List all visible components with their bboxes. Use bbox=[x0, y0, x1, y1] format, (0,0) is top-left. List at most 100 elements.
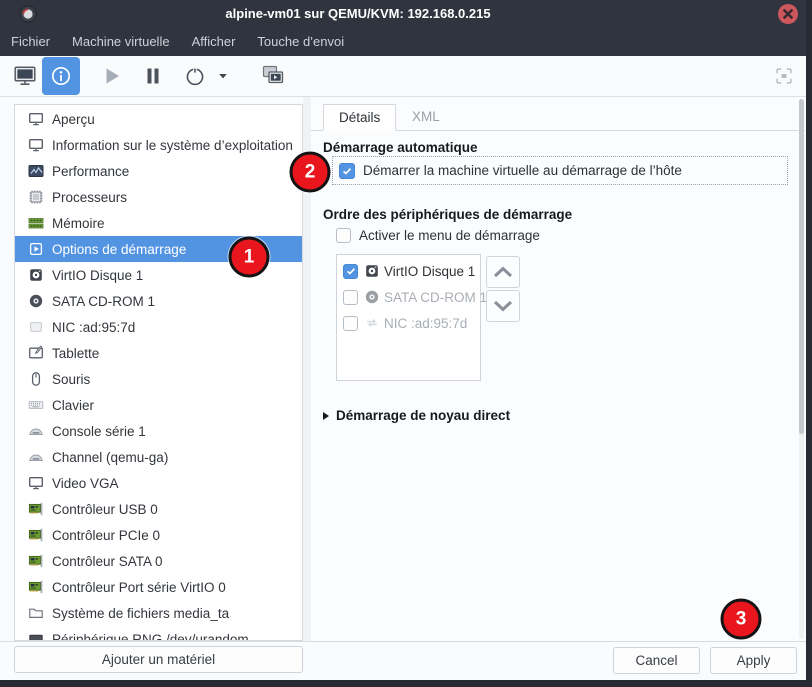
apply-button[interactable]: Apply bbox=[710, 647, 797, 674]
details-scrollbar[interactable] bbox=[799, 99, 804, 639]
sidebar-item[interactable]: Périphérique RNG /dev/urandom bbox=[15, 626, 302, 641]
shutdown-button[interactable] bbox=[178, 58, 212, 94]
show-hardware-details-button[interactable] bbox=[42, 57, 80, 95]
add-hardware-button[interactable]: Ajouter un matériel bbox=[14, 646, 303, 673]
close-button[interactable] bbox=[778, 4, 798, 24]
sidebar-item[interactable]: Système de fichiers media_ta bbox=[15, 600, 302, 626]
monitor-icon bbox=[28, 137, 44, 153]
sidebar-item[interactable]: Tablette bbox=[15, 340, 302, 366]
boot-device-row[interactable]: VirtIO Disque 1 bbox=[337, 258, 480, 284]
enable-boot-menu-label: Activer le menu de démarrage bbox=[359, 228, 540, 243]
sidebar-item[interactable]: Channel (qemu-ga) bbox=[15, 444, 302, 470]
virt-manager-logo-icon bbox=[19, 5, 37, 23]
serial-console-icon bbox=[28, 449, 44, 465]
sidebar-item[interactable]: NIC :ad:95:7d bbox=[15, 314, 302, 340]
sidebar-item[interactable]: Clavier bbox=[15, 392, 302, 418]
cdrom-icon bbox=[28, 293, 44, 309]
sidebar-item-label: Système de fichiers media_ta bbox=[52, 606, 229, 621]
annotation-circle-1: 1 bbox=[229, 237, 270, 278]
main-area: Aperçu Information sur le système d’explo… bbox=[0, 97, 806, 641]
fullscreen-button[interactable] bbox=[770, 62, 798, 90]
tab-xml[interactable]: XML bbox=[397, 104, 455, 131]
autostart-checkbox-row[interactable]: Démarrer la machine virtuelle au démarra… bbox=[332, 156, 788, 185]
titlebar[interactable]: alpine-vm01 sur QEMU/KVM: 192.168.0.215 bbox=[0, 0, 806, 28]
sidebar-item-label: Video VGA bbox=[52, 476, 119, 491]
autostart-checkbox[interactable] bbox=[339, 163, 355, 179]
cancel-button[interactable]: Cancel bbox=[613, 647, 700, 674]
sidebar-item-label: Processeurs bbox=[52, 190, 127, 205]
enable-boot-menu-checkbox[interactable] bbox=[336, 228, 351, 243]
sidebar-item-label: Périphérique RNG /dev/urandom bbox=[52, 632, 249, 642]
sidebar-item-label: Contrôleur USB 0 bbox=[52, 502, 158, 517]
sidebar-item[interactable]: SATA CD-ROM 1 bbox=[15, 288, 302, 314]
vm-details-window: alpine-vm01 sur QEMU/KVM: 192.168.0.215 … bbox=[0, 0, 806, 680]
boot-options-icon bbox=[28, 241, 44, 257]
boot-order-heading: Ordre des périphériques de démarrage bbox=[323, 207, 572, 222]
sidebar-item[interactable]: Contrôleur SATA 0 bbox=[15, 548, 302, 574]
show-graphical-console-button[interactable] bbox=[8, 58, 42, 94]
minimize-button[interactable] bbox=[724, 6, 740, 22]
sidebar-item-label: Console série 1 bbox=[52, 424, 146, 439]
sidebar-item[interactable]: Souris bbox=[15, 366, 302, 392]
autostart-checkbox-label: Démarrer la machine virtuelle au démarra… bbox=[363, 163, 682, 178]
monitor-icon bbox=[28, 475, 44, 491]
sidebar-item-label: Contrôleur SATA 0 bbox=[52, 554, 163, 569]
caret-down-icon bbox=[216, 69, 230, 83]
open-console-window-button[interactable] bbox=[256, 58, 290, 94]
sidebar-item[interactable]: Information sur le système d’exploitatio… bbox=[15, 132, 302, 158]
close-icon bbox=[778, 4, 798, 24]
cpu-icon bbox=[28, 189, 44, 205]
boot-device-checkbox[interactable] bbox=[343, 264, 358, 279]
boot-device-row[interactable]: NIC :ad:95:7d bbox=[337, 310, 480, 336]
power-icon bbox=[183, 64, 207, 88]
sidebar-item[interactable]: Performance bbox=[15, 158, 302, 184]
sidebar-item-label: Information sur le système d’exploitatio… bbox=[52, 138, 293, 153]
sidebar-item-label: SATA CD-ROM 1 bbox=[52, 294, 155, 309]
nic-link-icon bbox=[364, 315, 380, 331]
boot-device-checkbox[interactable] bbox=[343, 316, 358, 331]
info-icon bbox=[49, 64, 73, 88]
move-up-button[interactable] bbox=[486, 256, 520, 288]
direct-kernel-label: Démarrage de noyau direct bbox=[336, 408, 510, 423]
mouse-icon bbox=[28, 371, 44, 387]
rng-icon bbox=[28, 631, 44, 641]
sidebar-item[interactable]: Video VGA bbox=[15, 470, 302, 496]
sidebar-item-label: Tablette bbox=[52, 346, 99, 361]
performance-chart-icon bbox=[28, 163, 44, 179]
annotation-circle-3: 3 bbox=[721, 599, 762, 640]
enable-boot-menu-row[interactable]: Activer le menu de démarrage bbox=[336, 228, 540, 243]
direct-kernel-expander[interactable]: Démarrage de noyau direct bbox=[323, 408, 510, 423]
window-title: alpine-vm01 sur QEMU/KVM: 192.168.0.215 bbox=[60, 0, 656, 28]
play-icon bbox=[99, 64, 123, 88]
sidebar-item[interactable]: Contrôleur PCIe 0 bbox=[15, 522, 302, 548]
pci-card-icon bbox=[28, 501, 44, 517]
sidebar-item[interactable]: Mémoire bbox=[15, 210, 302, 236]
run-button[interactable] bbox=[94, 58, 128, 94]
sidebar-item[interactable]: Console série 1 bbox=[15, 418, 302, 444]
boot-device-row[interactable]: SATA CD-ROM 1 bbox=[337, 284, 480, 310]
sidebar-item[interactable]: Contrôleur Port série VirtIO 0 bbox=[15, 574, 302, 600]
move-down-button[interactable] bbox=[486, 290, 520, 322]
pause-button[interactable] bbox=[136, 58, 170, 94]
menu-machine-virtuelle[interactable]: Machine virtuelle bbox=[61, 28, 181, 56]
shutdown-menu-caret[interactable] bbox=[214, 58, 232, 94]
restore-button[interactable] bbox=[751, 6, 767, 22]
boot-device-checkbox[interactable] bbox=[343, 290, 358, 305]
details-pane: Détails XML Démarrage automatique Démarr… bbox=[311, 97, 805, 641]
scrollbar-thumb[interactable] bbox=[799, 99, 804, 434]
tab-details[interactable]: Détails bbox=[323, 104, 396, 131]
toolbar bbox=[0, 56, 806, 97]
menu-fichier[interactable]: Fichier bbox=[0, 28, 61, 56]
menu-touche-envoi[interactable]: Touche d’envoi bbox=[246, 28, 355, 56]
sidebar-item-label: Channel (qemu-ga) bbox=[52, 450, 168, 465]
chevron-down-icon bbox=[487, 290, 519, 322]
sidebar-item[interactable]: Aperçu bbox=[15, 106, 302, 132]
sidebar-item[interactable]: Processeurs bbox=[15, 184, 302, 210]
shade-window-button[interactable] bbox=[697, 6, 713, 22]
pci-card-icon bbox=[28, 579, 44, 595]
sidebar-item[interactable]: Contrôleur USB 0 bbox=[15, 496, 302, 522]
autostart-heading: Démarrage automatique bbox=[323, 140, 478, 155]
disk-icon bbox=[364, 263, 380, 279]
sidebar-item-label: Performance bbox=[52, 164, 129, 179]
menu-afficher[interactable]: Afficher bbox=[181, 28, 247, 56]
